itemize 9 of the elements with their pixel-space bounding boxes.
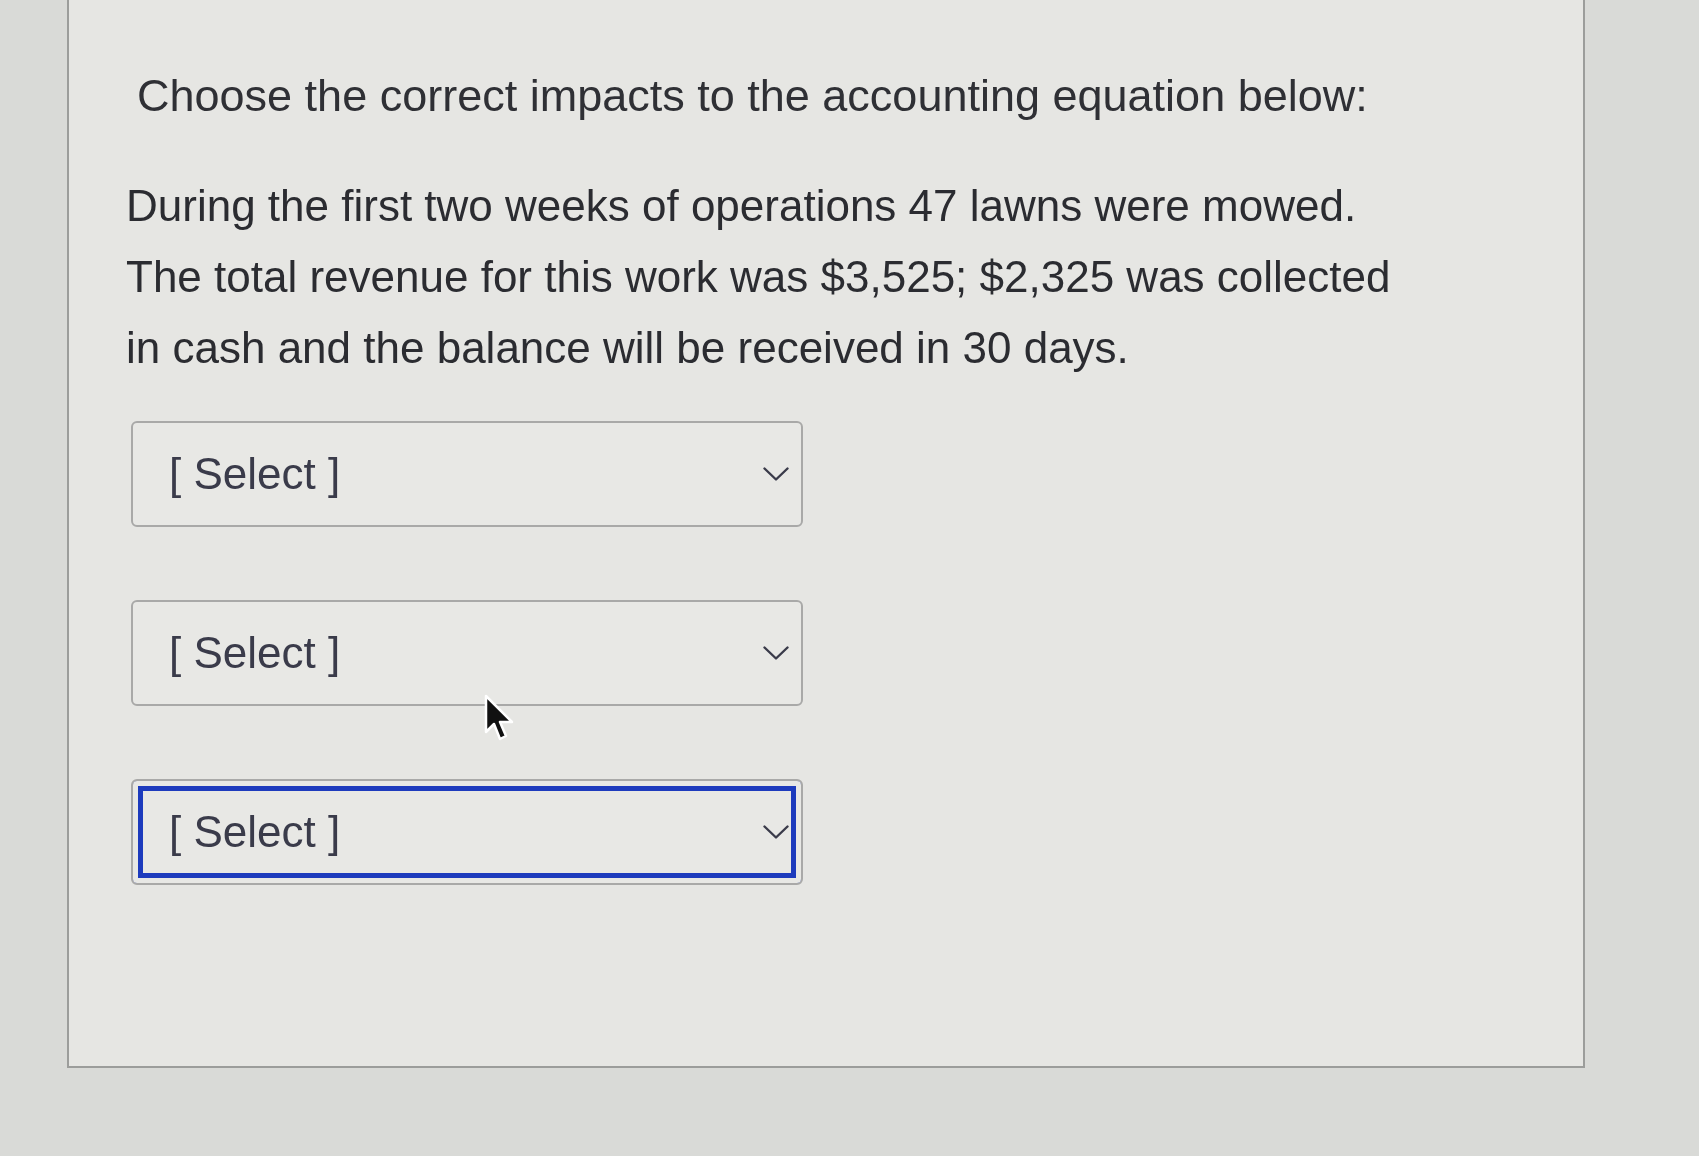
chevron-down-icon bbox=[763, 646, 789, 660]
chevron-down-icon bbox=[763, 467, 789, 481]
select-dropdown[interactable]: [ Select ] bbox=[131, 600, 803, 706]
select-dropdown[interactable]: [ Select ] bbox=[131, 779, 803, 885]
mouse-pointer-icon bbox=[484, 694, 516, 742]
select-dropdown[interactable]: [ Select ] bbox=[131, 421, 803, 527]
chevron-down-icon bbox=[763, 825, 789, 839]
question-prompt: Choose the correct impacts to the accounting equation below: bbox=[137, 69, 1368, 123]
scenario-text: During the first two weeks of operations 47 lawns were mowed. The total revenue for this work was $3,525; $2,325 was collected in cash and the balance will be received in 30 days. bbox=[126, 180, 1391, 374]
